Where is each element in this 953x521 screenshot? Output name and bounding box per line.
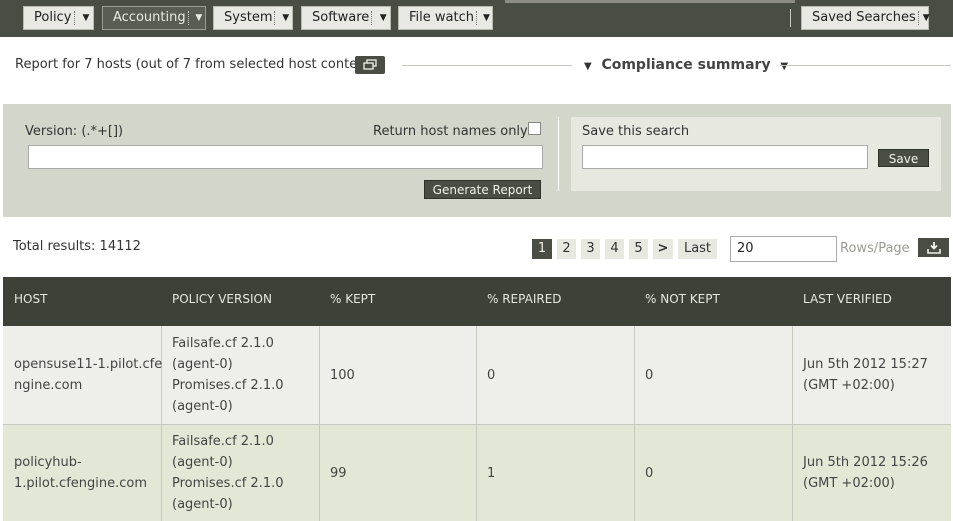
kept-cell: 99	[330, 466, 347, 481]
page-1-button[interactable]: 1	[532, 239, 552, 259]
policy-version-cell: Failsafe.cf 2.1.0 (agent-0) Promises.cf …	[172, 336, 284, 414]
return-host-names-checkbox[interactable]	[528, 122, 541, 135]
popout-window-icon	[363, 59, 377, 70]
version-input[interactable]	[28, 145, 543, 169]
not-kept-cell: 0	[645, 466, 654, 481]
host-cell[interactable]: policyhub- 1.pilot.cfengine.com	[14, 452, 147, 494]
host-cell[interactable]: opensuse11-1.pilot.cfe ngine.com	[14, 354, 162, 396]
chevron-down-icon: ▼	[379, 13, 387, 23]
popout-button[interactable]	[355, 56, 385, 74]
nav-software-menu[interactable]: Software ▼	[301, 6, 391, 30]
nav-filewatch-label: File watch	[409, 10, 474, 25]
last-page-button[interactable]: Last	[678, 239, 717, 259]
repaired-cell: 1	[487, 466, 496, 481]
policy-version-cell: Failsafe.cf 2.1.0 (agent-0) Promises.cf …	[172, 434, 284, 512]
next-page-button[interactable]: >	[653, 239, 673, 259]
download-icon	[927, 242, 941, 254]
nav-accounting-label: Accounting	[113, 10, 186, 25]
not-kept-cell: 0	[645, 368, 654, 383]
saved-searches-label: Saved Searches	[812, 10, 916, 25]
nav-policy-label: Policy	[34, 10, 72, 25]
chevron-down-icon: ▼	[483, 13, 490, 23]
saved-searches-menu[interactable]: Saved Searches ▼	[801, 6, 930, 30]
version-label: Version: (.*+[])	[25, 124, 124, 139]
return-host-names-label: Return host names only:	[373, 124, 532, 139]
repaired-cell: 0	[487, 368, 496, 383]
rows-per-page-label: Rows/Page	[840, 241, 910, 256]
column-header-host[interactable]: HOST	[14, 292, 47, 306]
save-button[interactable]: Save	[878, 149, 929, 167]
column-header-repaired[interactable]: % REPAIRED	[487, 292, 562, 306]
page-3-button[interactable]: 3	[581, 239, 600, 259]
panel-divider	[558, 117, 559, 191]
nav-system-label: System	[224, 10, 273, 25]
last-verified-cell: Jun 5th 2012 15:26 (GMT +02:00)	[803, 455, 928, 491]
compliance-summary-toggle[interactable]: ▼ Compliance summary ▼	[584, 57, 788, 73]
nav-software-label: Software	[312, 10, 370, 25]
kept-cell: 100	[330, 368, 355, 383]
column-header-not-kept[interactable]: % NOT KEPT	[645, 292, 720, 306]
page-2-button[interactable]: 2	[557, 239, 576, 259]
download-button[interactable]	[918, 238, 949, 257]
save-search-label: Save this search	[582, 124, 690, 139]
rows-per-page-input[interactable]: 20	[730, 236, 837, 262]
column-header-last-verified[interactable]: LAST VERIFIED	[803, 292, 892, 306]
nav-system-menu[interactable]: System ▼	[213, 6, 293, 30]
triangle-down-icon: ▼	[780, 61, 789, 72]
chevron-down-icon: ▼	[82, 13, 90, 23]
chevron-down-icon: ▼	[282, 13, 290, 23]
section-rule-right	[780, 65, 951, 66]
page-4-button[interactable]: 4	[605, 239, 624, 259]
column-header-policy-version[interactable]: POLICY VERSION	[172, 292, 272, 306]
column-header-kept[interactable]: % KEPT	[330, 292, 375, 306]
nav-policy-menu[interactable]: Policy ▼	[23, 6, 94, 30]
total-results: Total results: 14112	[13, 239, 141, 254]
report-summary-text: Report for 7 hosts (out of 7 from select…	[15, 57, 375, 72]
nav-divider	[790, 9, 791, 27]
nav-accounting-menu[interactable]: Accounting ▼	[102, 6, 206, 30]
chevron-down-icon: ▼	[922, 13, 930, 23]
section-rule-left	[402, 65, 572, 66]
save-search-input[interactable]	[582, 145, 868, 169]
triangle-down-icon: ▼	[584, 61, 592, 72]
chevron-down-icon: ▼	[195, 13, 203, 23]
page-5-button[interactable]: 5	[629, 239, 648, 259]
nav-ghost-tab	[505, 0, 795, 3]
last-verified-cell: Jun 5th 2012 15:27 (GMT +02:00)	[803, 357, 928, 393]
generate-report-button[interactable]: Generate Report	[424, 180, 541, 199]
nav-filewatch-menu[interactable]: File watch ▼	[398, 6, 493, 30]
compliance-summary-title: Compliance summary	[601, 57, 771, 73]
